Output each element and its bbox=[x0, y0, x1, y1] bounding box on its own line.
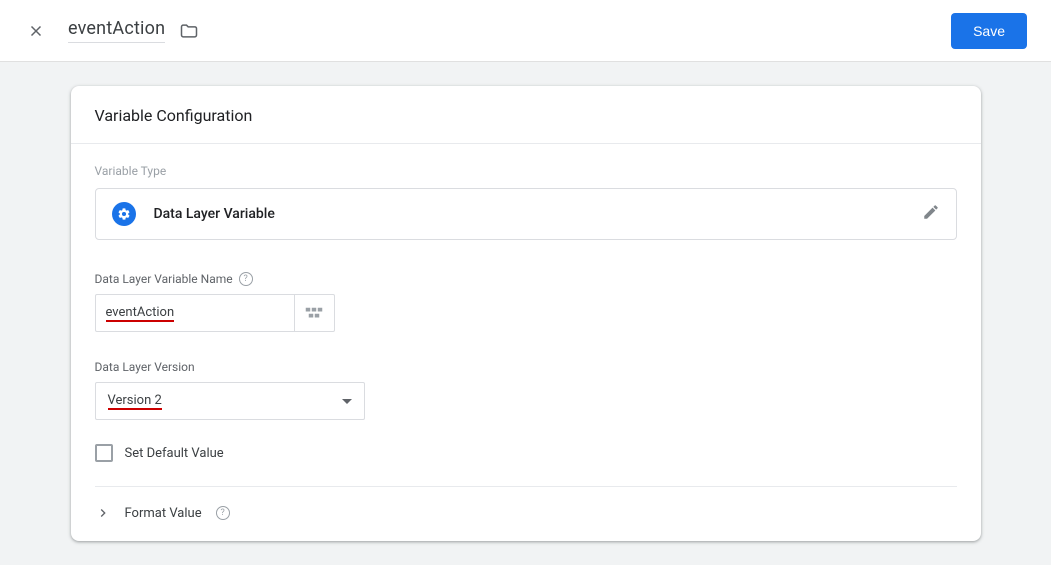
variable-type-selector[interactable]: Data Layer Variable bbox=[95, 188, 957, 240]
save-button[interactable]: Save bbox=[951, 13, 1027, 49]
name-field-label: Data Layer Variable Name bbox=[95, 272, 233, 286]
variable-name-input[interactable]: eventAction bbox=[95, 294, 295, 332]
title-wrap: eventAction bbox=[68, 18, 951, 43]
version-select[interactable]: Version 2 bbox=[95, 382, 365, 420]
insert-variable-button[interactable] bbox=[295, 294, 335, 332]
close-icon[interactable] bbox=[24, 19, 48, 43]
chevron-down-icon bbox=[342, 399, 352, 404]
name-field-label-row: Data Layer Variable Name ? bbox=[95, 272, 957, 286]
card-title: Variable Configuration bbox=[95, 106, 957, 125]
name-input-row: eventAction bbox=[95, 294, 957, 332]
config-card: Variable Configuration Variable Type Dat… bbox=[71, 86, 981, 541]
help-icon[interactable]: ? bbox=[239, 272, 253, 286]
version-field-label: Data Layer Version bbox=[95, 360, 195, 374]
format-value-toggle[interactable]: Format Value ? bbox=[95, 487, 957, 541]
format-value-label: Format Value bbox=[125, 506, 202, 521]
card-body: Variable Type Data Layer Variable Data L… bbox=[71, 144, 981, 541]
variable-type-name: Data Layer Variable bbox=[154, 206, 922, 222]
variable-title-input[interactable]: eventAction bbox=[68, 18, 165, 43]
chevron-right-icon bbox=[95, 505, 111, 521]
default-value-label: Set Default Value bbox=[125, 446, 224, 461]
version-select-value: Version 2 bbox=[108, 393, 162, 410]
pencil-icon bbox=[922, 203, 940, 225]
version-field-label-row: Data Layer Version bbox=[95, 360, 957, 374]
variable-type-label: Variable Type bbox=[95, 164, 957, 178]
default-value-checkbox[interactable] bbox=[95, 444, 113, 462]
help-icon[interactable]: ? bbox=[216, 506, 230, 520]
folder-icon[interactable] bbox=[179, 21, 199, 41]
default-value-row: Set Default Value bbox=[95, 444, 957, 487]
data-layer-icon bbox=[112, 202, 136, 226]
workspace: Variable Configuration Variable Type Dat… bbox=[0, 62, 1051, 565]
top-bar: eventAction Save bbox=[0, 0, 1051, 62]
card-header: Variable Configuration bbox=[71, 86, 981, 144]
